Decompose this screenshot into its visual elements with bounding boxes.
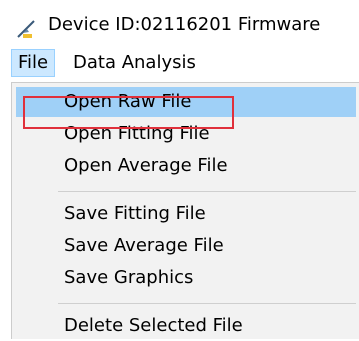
menu-bar: File Data Analysis	[0, 44, 359, 82]
menu-data-analysis[interactable]: Data Analysis	[67, 49, 202, 77]
menu-item-save-graphics[interactable]: Save Graphics	[16, 263, 356, 293]
menu-item-save-average-file[interactable]: Save Average File	[16, 231, 356, 261]
file-menu-dropdown: Open Raw File Open Fitting File Open Ave…	[11, 82, 359, 339]
menu-item-open-fitting-file[interactable]: Open Fitting File	[16, 119, 356, 149]
menu-item-delete-selected-file[interactable]: Delete Selected File	[16, 311, 356, 341]
feather-pen-icon	[15, 17, 39, 39]
menu-separator	[58, 303, 356, 304]
menu-file[interactable]: File	[11, 49, 56, 77]
title-bar: Device ID:02116201 Firmware	[0, 0, 359, 44]
menu-item-open-average-file[interactable]: Open Average File	[16, 151, 356, 181]
window-title: Device ID:02116201 Firmware	[48, 14, 321, 35]
menu-item-open-raw-file[interactable]: Open Raw File	[16, 87, 356, 117]
menu-separator	[58, 191, 356, 192]
menu-item-save-fitting-file[interactable]: Save Fitting File	[16, 199, 356, 229]
